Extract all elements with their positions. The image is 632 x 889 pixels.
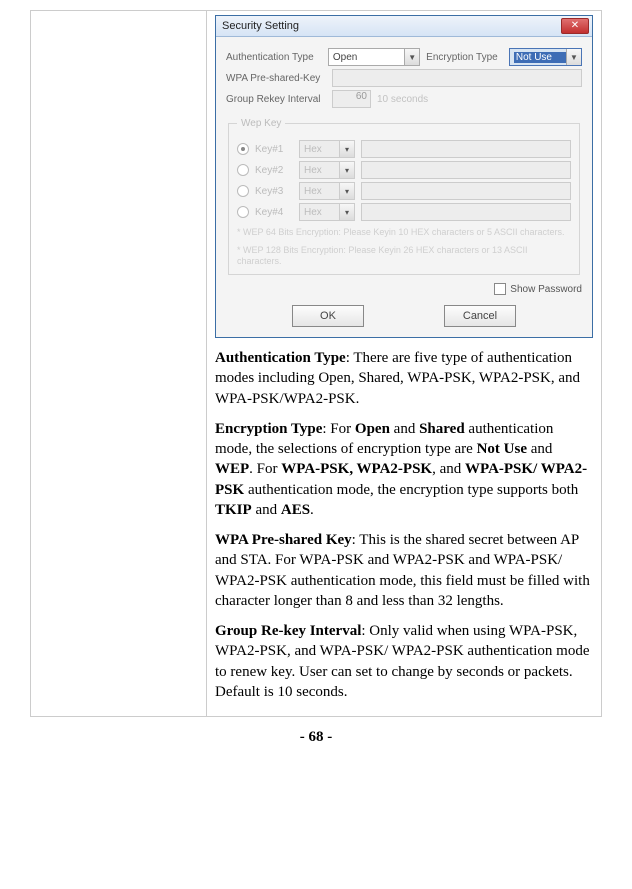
show-password-checkbox[interactable] [494, 283, 506, 295]
rekey-unit: 10 seconds [377, 94, 428, 105]
key1-radio[interactable] [237, 143, 249, 155]
wep-key-row: Key#1 Hex ▾ [237, 140, 571, 158]
auth-type-value: Open [333, 52, 404, 63]
auth-type-select[interactable]: Open ▼ [328, 48, 420, 66]
wep-note-2: * WEP 128 Bits Encryption: Please Keyin … [237, 245, 571, 268]
chevron-down-icon: ▾ [339, 183, 354, 199]
key3-format-select[interactable]: Hex ▾ [299, 182, 355, 200]
security-setting-dialog: Security Setting ✕ Authentication Type O… [215, 15, 593, 338]
text: and [390, 421, 419, 437]
para-psk: WPA Pre-shared Key: This is the shared s… [215, 530, 593, 611]
key1-input[interactable] [361, 140, 571, 158]
key4-format: Hex [304, 207, 322, 218]
psk-label: WPA Pre-shared-Key [226, 73, 326, 84]
bold: AES [281, 502, 310, 518]
chevron-down-icon: ▾ [339, 204, 354, 220]
enc-type-value: Not Use [514, 52, 566, 63]
cancel-label: Cancel [463, 310, 497, 322]
psk-input[interactable] [332, 69, 582, 87]
bold: WPA Pre-shared Key [215, 532, 352, 548]
text: authentication mode, the encryption type… [244, 482, 578, 498]
wep-note-1: * WEP 64 Bits Encryption: Please Keyin 1… [237, 227, 571, 239]
bold: Authentication Type [215, 350, 346, 366]
key1-label: Key#1 [255, 144, 293, 155]
key1-format: Hex [304, 144, 322, 155]
layout-table: Security Setting ✕ Authentication Type O… [30, 10, 602, 717]
key2-format-select[interactable]: Hex ▾ [299, 161, 355, 179]
text: and [252, 502, 281, 518]
ok-label: OK [320, 310, 336, 322]
chevron-down-icon: ▼ [566, 49, 581, 65]
rekey-value: 60 [356, 91, 367, 102]
show-password-label: Show Password [510, 284, 582, 295]
para-auth-type: Authentication Type: There are five type… [215, 348, 593, 409]
key2-label: Key#2 [255, 165, 293, 176]
right-column: Security Setting ✕ Authentication Type O… [207, 11, 602, 717]
wep-legend: Wep Key [237, 118, 285, 129]
chevron-down-icon: ▾ [339, 141, 354, 157]
rekey-label: Group Rekey Interval [226, 94, 326, 105]
enc-type-select[interactable]: Not Use ▼ [509, 48, 582, 66]
dialog-title: Security Setting [222, 20, 299, 32]
rekey-input[interactable]: 60 [332, 90, 371, 108]
wep-key-row: Key#2 Hex ▾ [237, 161, 571, 179]
ok-button[interactable]: OK [292, 305, 364, 327]
chevron-down-icon: ▾ [339, 162, 354, 178]
bold: TKIP [215, 502, 252, 518]
cancel-button[interactable]: Cancel [444, 305, 516, 327]
key1-format-select[interactable]: Hex ▾ [299, 140, 355, 158]
para-rekey: Group Re-key Interval: Only valid when u… [215, 621, 593, 702]
key2-radio[interactable] [237, 164, 249, 176]
bold: Encryption Type [215, 421, 322, 437]
key4-input[interactable] [361, 203, 571, 221]
bold: WPA-PSK, WPA2-PSK [281, 461, 432, 477]
page-number: - 68 - [30, 729, 602, 746]
text: : For [322, 421, 355, 437]
close-icon: ✕ [571, 21, 579, 31]
key2-input[interactable] [361, 161, 571, 179]
close-button[interactable]: ✕ [561, 18, 589, 34]
auth-type-label: Authentication Type [226, 52, 322, 63]
wep-key-group: Wep Key Key#1 Hex ▾ [228, 118, 580, 275]
key3-input[interactable] [361, 182, 571, 200]
wep-key-row: Key#4 Hex ▾ [237, 203, 571, 221]
key4-radio[interactable] [237, 206, 249, 218]
enc-type-label: Encryption Type [426, 52, 503, 63]
bold: Group Re-key Interval [215, 623, 361, 639]
titlebar: Security Setting ✕ [216, 16, 592, 37]
key2-format: Hex [304, 165, 322, 176]
para-enc-type: Encryption Type: For Open and Shared aut… [215, 419, 593, 520]
dialog-body: Authentication Type Open ▼ Encryption Ty… [216, 37, 592, 337]
key3-radio[interactable] [237, 185, 249, 197]
key3-format: Hex [304, 186, 322, 197]
bold: Open [355, 421, 390, 437]
key4-format-select[interactable]: Hex ▾ [299, 203, 355, 221]
text: . [310, 502, 314, 518]
documentation-text: Authentication Type: There are five type… [215, 348, 593, 702]
key4-label: Key#4 [255, 207, 293, 218]
wep-key-row: Key#3 Hex ▾ [237, 182, 571, 200]
key3-label: Key#3 [255, 186, 293, 197]
bold: Not Use [477, 441, 527, 457]
text: and [527, 441, 552, 457]
bold: WEP [215, 461, 249, 477]
chevron-down-icon: ▼ [404, 49, 419, 65]
bold: Shared [419, 421, 465, 437]
text: . For [249, 461, 281, 477]
left-column [31, 11, 207, 717]
text: , and [432, 461, 465, 477]
